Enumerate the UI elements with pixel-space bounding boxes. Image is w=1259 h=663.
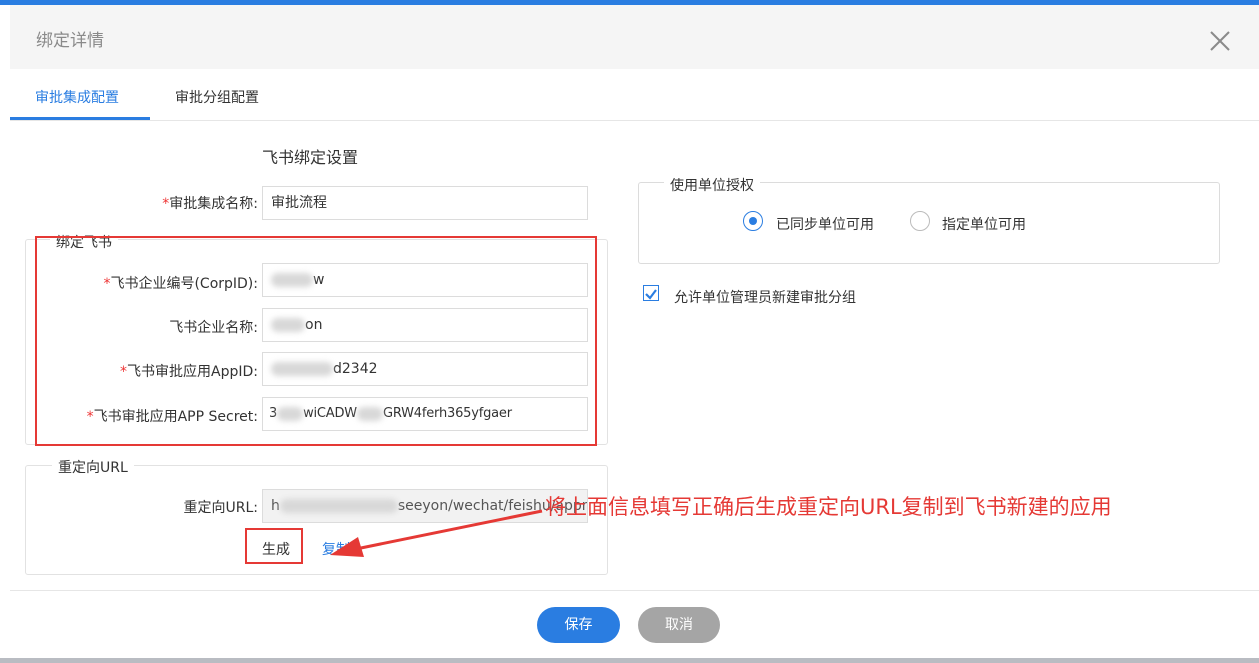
dialog-title: 绑定详情 [36, 31, 104, 51]
cancel-button[interactable]: 取消 [638, 607, 720, 643]
save-button[interactable]: 保存 [537, 607, 620, 643]
integration-name-value: 审批流程 [271, 195, 327, 211]
tab-bar: 审批集成配置 审批分组配置 [10, 69, 1259, 121]
radio-synced-units-label: 已同步单位可用 [776, 217, 874, 233]
integration-name-label-text: 审批集成名称: [169, 196, 258, 212]
radio-specified-units[interactable] [910, 211, 930, 231]
redirect-url-value-start: h [271, 498, 280, 514]
check-icon [645, 289, 657, 300]
integration-name-label: *审批集成名称: [150, 193, 258, 213]
close-icon[interactable] [1208, 29, 1232, 53]
radio-synced-units[interactable] [743, 211, 763, 231]
binding-details-dialog: 绑定详情 审批集成配置 审批分组配置 飞书绑定设置 *审批集成名称: 审批流程 … [0, 5, 1259, 658]
allow-admin-checkbox[interactable] [643, 285, 659, 301]
annotation-highlight-box [35, 236, 597, 446]
annotation-arrow-icon [330, 509, 543, 557]
redirect-url-label: 重定向URL: [183, 500, 259, 516]
integration-name-input[interactable]: 审批流程 [262, 186, 588, 220]
unit-authorization-legend: 使用单位授权 [664, 175, 760, 195]
tab-approval-group[interactable]: 审批分组配置 [175, 87, 259, 107]
redirect-url-legend: 重定向URL [52, 457, 134, 477]
annotation-text: 将上面信息填写正确后生成重定向URL复制到飞书新建的应用 [545, 495, 1112, 519]
allow-admin-label: 允许单位管理员新建审批分组 [674, 290, 856, 306]
radio-specified-units-label: 指定单位可用 [942, 217, 1026, 233]
annotation-highlight-box [245, 528, 303, 564]
active-tab-indicator [10, 117, 150, 120]
tab-approval-integration[interactable]: 审批集成配置 [35, 87, 119, 107]
section-title: 飞书绑定设置 [262, 148, 359, 167]
footer-divider [10, 590, 1259, 591]
dialog-header: 绑定详情 [10, 5, 1259, 69]
